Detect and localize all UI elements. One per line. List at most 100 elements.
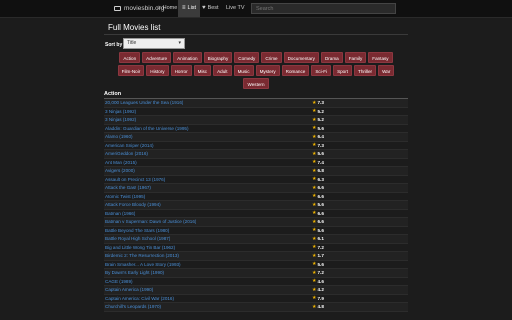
movie-title-link[interactable]: American Sniper (2014) [104, 143, 154, 148]
movie-title-link[interactable]: Battle Beyond The Stars (1980) [104, 228, 169, 233]
movie-title-link[interactable]: Avigers (2000) [104, 168, 135, 173]
genre-button[interactable]: Drama [320, 52, 343, 63]
movie-title-link[interactable]: 20,000 Leagues Under the Sea (1916) [104, 100, 183, 105]
top-navbar: moviesbin.org ⌂ Home ≡ List ♥ Best Live … [0, 0, 512, 18]
star-icon: ★ [312, 227, 317, 234]
movie-row: Birdemic 2: The Resurrection (2013) ★ 1.7 [104, 252, 408, 261]
nav-live[interactable]: Live TV [222, 0, 249, 17]
movie-rating: ★ 6.3 [312, 176, 408, 182]
movie-title-link[interactable]: Battle Royal High School (1987) [104, 236, 170, 241]
movie-row: Alamo (1960) ★ 6.4 [104, 133, 408, 142]
rating-value: 6.6 [317, 193, 324, 199]
genre-button[interactable]: Misc [193, 65, 212, 76]
star-icon: ★ [312, 244, 317, 251]
genre-filter-list: Action Adventure Animation Biography Comedy C… [108, 52, 404, 89]
movie-title-link[interactable]: Alamo (1960) [104, 134, 133, 139]
star-icon: ★ [312, 269, 317, 276]
star-icon: ★ [312, 176, 317, 183]
chevron-down-icon: ▾ [178, 40, 181, 46]
star-icon: ★ [312, 142, 317, 149]
movie-title-link[interactable]: Big and Little Wong Tin Bar (1962) [104, 245, 175, 250]
genre-button[interactable]: Biography [203, 52, 233, 63]
genre-button[interactable]: Romance [281, 65, 310, 76]
genre-button[interactable]: Sport [333, 65, 353, 76]
genre-button[interactable]: Crime [261, 52, 282, 63]
movie-title-link[interactable]: AmeriGeddon (2016) [104, 151, 148, 156]
genre-button[interactable]: History [146, 65, 169, 76]
genre-button[interactable]: Thriller [354, 65, 377, 76]
rating-value: 5.6 [317, 261, 324, 267]
movie-title-link[interactable]: CAGE (1989) [104, 279, 133, 284]
rating-value: 4.8 [317, 304, 324, 310]
movie-row: 3 Ninjas (1992) ★ 5.2 [104, 108, 408, 116]
movie-row: Aladdin: Guardian of the Universe (1995)… [104, 125, 408, 133]
genre-button[interactable]: Fantasy [368, 52, 393, 63]
movie-title-link[interactable]: By Dawn's Early Light (1990) [104, 270, 164, 275]
movie-title-link[interactable]: Captain America: Civil War (2016) [104, 296, 174, 301]
movie-rating: ★ 7.4 [312, 159, 408, 165]
movie-rating: ★ 5.6 [312, 125, 408, 131]
movie-row: Big and Little Wong Tin Bar (1962) ★ 7.2 [104, 244, 408, 252]
genre-button[interactable]: Animation [173, 52, 202, 63]
genre-button[interactable]: Mystery [255, 65, 280, 76]
genre-button[interactable]: Adult [213, 65, 232, 76]
rating-value: 7.3 [317, 142, 324, 148]
movie-title-link[interactable]: Attack Force Bloody (1994) [104, 202, 161, 207]
nav-best[interactable]: ♥ Best [198, 0, 223, 17]
movie-title-link[interactable]: Assault on Precinct 13 (1976) [104, 177, 165, 182]
rating-value: 6.6 [317, 210, 324, 216]
rating-value: 7.2 [317, 270, 324, 276]
genre-button[interactable]: Adventure [142, 52, 172, 63]
movie-row: Attack the Gas! (1967) ★ 6.6 [104, 184, 408, 193]
star-icon: ★ [312, 184, 317, 191]
genre-button[interactable]: War [378, 65, 395, 76]
section-title: Action [104, 91, 122, 97]
movie-title-link[interactable]: Atomic Twist (1995) [104, 194, 145, 199]
genre-button[interactable]: Western [243, 78, 269, 89]
star-icon: ★ [312, 125, 317, 132]
movie-rating: ★ 5.2 [312, 108, 408, 114]
genre-button[interactable]: Action [119, 52, 141, 63]
divider [104, 34, 408, 35]
movie-row: CAGE (1989) ★ 4.6 [104, 278, 408, 286]
movie-row: Attack Force Bloody (1994) ★ 5.6 [104, 201, 408, 210]
movie-rating: ★ 7.3 [312, 100, 408, 106]
movie-rating: ★ 4.8 [312, 304, 408, 310]
genre-button[interactable]: Horror [170, 65, 192, 76]
nav-live-label: Live TV [226, 5, 245, 11]
movie-title-link[interactable]: 3 Ninjas (1992) [104, 109, 136, 114]
movie-rating: ★ 7.2 [312, 244, 408, 250]
movie-row: Batman (1966) ★ 6.6 [104, 210, 408, 218]
movie-title-link[interactable]: Ant Man (2015) [104, 160, 137, 165]
movie-title-link[interactable]: Churchill's Leopards (1970) [104, 304, 161, 309]
star-icon: ★ [312, 108, 317, 115]
genre-button[interactable]: Music [233, 65, 254, 76]
movie-rating: ★ 4.2 [312, 287, 408, 293]
movie-title-link[interactable]: Captain America (1990) [104, 287, 153, 292]
nav-list[interactable]: ≡ List [178, 0, 201, 17]
movie-title-link[interactable]: 3 Ninjas (1992) [104, 117, 136, 122]
genre-button[interactable]: Sci-Fi [311, 65, 332, 76]
movie-title-link[interactable]: Aladdin: Guardian of the Universe (1995) [104, 126, 189, 131]
search-input[interactable] [251, 3, 396, 14]
movie-row: AmeriGeddon (2016) ★ 5.6 [104, 150, 408, 159]
star-icon: ★ [312, 133, 317, 140]
sort-select[interactable]: Title ▾ [123, 38, 185, 49]
movie-title-link[interactable]: Birdemic 2: The Resurrection (2013) [104, 253, 179, 258]
star-icon: ★ [312, 201, 317, 208]
movie-title-link[interactable]: Attack the Gas! (1967) [104, 185, 151, 190]
genre-button[interactable]: Family [344, 52, 367, 63]
movie-row: Batman v Superman: Dawn of Justice (2016… [104, 218, 408, 227]
rating-value: 5.6 [317, 202, 324, 208]
rating-value: 1.7 [317, 253, 324, 259]
movie-title-link[interactable]: Batman (1966) [104, 211, 135, 216]
star-icon: ★ [312, 278, 317, 285]
movie-rating: ★ 6.6 [312, 219, 408, 225]
rating-value: 6.6 [317, 185, 324, 191]
genre-button[interactable]: Comedy [234, 52, 260, 63]
genre-button[interactable]: Documentary [283, 52, 319, 63]
movie-rating: ★ 7.9 [312, 295, 408, 301]
movie-title-link[interactable]: Brain Smasher... A Love Story (1993) [104, 262, 181, 267]
movie-title-link[interactable]: Batman v Superman: Dawn of Justice (2016… [104, 219, 196, 224]
genre-button[interactable]: Film-Noir [117, 65, 145, 76]
